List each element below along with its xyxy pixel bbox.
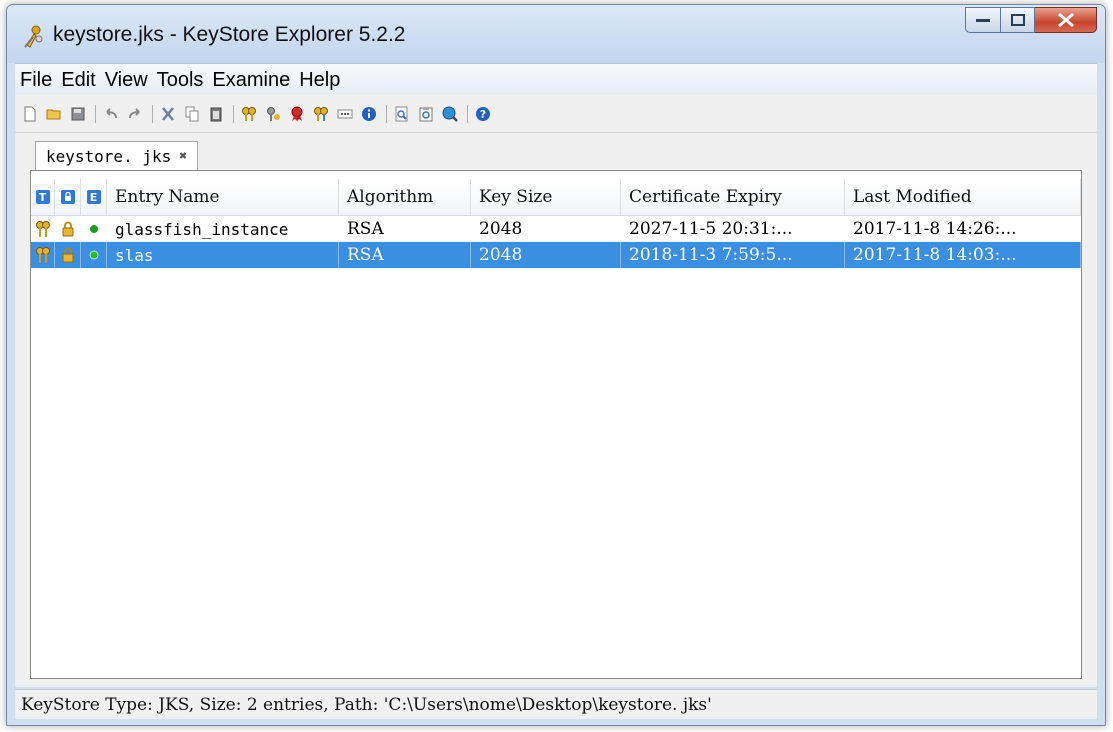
status-ok-icon bbox=[81, 216, 107, 242]
examine-ssl-button[interactable] bbox=[441, 105, 459, 123]
table-header: T E Entry Name Algorithm Key Size Certif… bbox=[31, 179, 1081, 216]
content-area: keystore. jks ✖ T E Entry Name Algorithm… bbox=[15, 133, 1097, 687]
copy-button[interactable] bbox=[183, 105, 201, 123]
column-header-certificate-expiry[interactable]: Certificate Expiry bbox=[621, 179, 845, 215]
generate-key-pair-icon bbox=[242, 106, 256, 121]
certificate-expiry: 2018-11-3 7:59:5... bbox=[621, 242, 845, 268]
toolbar-separator bbox=[152, 104, 153, 123]
lock-icon bbox=[55, 216, 81, 242]
new-button[interactable] bbox=[21, 105, 39, 123]
import-trusted-certificate-button[interactable] bbox=[288, 105, 306, 123]
examine-file-button[interactable] bbox=[393, 105, 411, 123]
examine-clipboard-button[interactable] bbox=[417, 105, 435, 123]
lock-header-icon bbox=[60, 190, 75, 204]
import-key-pair-button[interactable] bbox=[312, 105, 330, 123]
paste-icon bbox=[210, 107, 222, 121]
menu-tools[interactable]: Tools bbox=[152, 69, 208, 92]
key-size: 2048 bbox=[479, 219, 523, 239]
title-bar[interactable]: keystore.jks - KeyStore Explorer 5.2.2 bbox=[7, 5, 1105, 63]
status-text: KeyStore Type: JKS, Size: 2 entries, Pat… bbox=[21, 694, 712, 715]
minimize-icon bbox=[976, 19, 990, 22]
paste-button[interactable] bbox=[207, 105, 225, 123]
menu-examine[interactable]: Examine bbox=[207, 69, 294, 92]
toolbar-separator bbox=[95, 104, 96, 123]
help-icon: ? bbox=[476, 106, 490, 121]
examine-ssl-icon bbox=[442, 106, 458, 122]
status-bar: KeyStore Type: JKS, Size: 2 entries, Pat… bbox=[15, 689, 1097, 719]
lock-icon bbox=[55, 242, 81, 268]
toolbar-separator bbox=[386, 104, 387, 123]
column-header-lock[interactable] bbox=[55, 179, 81, 215]
save-button[interactable] bbox=[69, 105, 87, 123]
generate-key-pair-button[interactable] bbox=[240, 105, 258, 123]
keystore-explorer-app-icon bbox=[19, 23, 47, 51]
generate-secret-key-button[interactable] bbox=[264, 105, 282, 123]
menu-view[interactable]: View bbox=[100, 69, 152, 92]
cut-icon bbox=[162, 106, 174, 121]
column-header-entry-name[interactable]: Entry Name bbox=[107, 179, 339, 215]
algorithm: RSA bbox=[347, 219, 384, 239]
import-key-pair-icon bbox=[314, 106, 328, 121]
menu-bar: File Edit View Tools Examine Help bbox=[15, 63, 1097, 96]
copy-icon bbox=[185, 106, 199, 121]
key-pair-icon bbox=[31, 216, 55, 242]
close-button[interactable] bbox=[1035, 7, 1097, 33]
menu-help[interactable]: Help bbox=[294, 69, 344, 92]
certificate-expiry: 2027-11-5 20:31:... bbox=[629, 219, 793, 239]
open-icon bbox=[46, 109, 61, 119]
redo-button[interactable] bbox=[126, 105, 144, 123]
tab-label: keystore. jks bbox=[46, 147, 172, 166]
maximize-icon bbox=[1010, 14, 1025, 26]
window-controls bbox=[965, 7, 1097, 33]
help-button[interactable]: ? bbox=[474, 105, 492, 123]
redo-icon bbox=[129, 107, 140, 118]
close-icon bbox=[1057, 12, 1074, 28]
set-password-icon bbox=[337, 109, 353, 118]
examine-file-icon bbox=[395, 106, 408, 121]
toolbar-separator bbox=[233, 104, 234, 123]
tab-keystore[interactable]: keystore. jks ✖ bbox=[35, 141, 199, 171]
import-trusted-certificate-icon bbox=[291, 106, 303, 121]
entry-name: glassfish_instance bbox=[115, 219, 289, 239]
save-icon bbox=[71, 107, 85, 120]
menu-file[interactable]: File bbox=[15, 69, 56, 92]
undo-icon bbox=[106, 107, 117, 118]
cut-button[interactable] bbox=[159, 105, 177, 123]
expiry-status-header-icon: E bbox=[86, 190, 101, 204]
examine-clipboard-icon bbox=[419, 106, 433, 121]
column-header-type[interactable]: T bbox=[31, 179, 55, 215]
properties-button[interactable] bbox=[360, 105, 378, 123]
key-size: 2048 bbox=[471, 242, 621, 268]
maximize-button[interactable] bbox=[1001, 7, 1035, 33]
generate-secret-key-icon bbox=[267, 106, 280, 121]
undo-button[interactable] bbox=[102, 105, 120, 123]
last-modified: 2017-11-8 14:26:... bbox=[853, 219, 1017, 239]
set-password-button[interactable] bbox=[336, 105, 354, 123]
open-button[interactable] bbox=[45, 105, 63, 123]
table-body: glassfish_instance RSA 2048 2027-11-5 20… bbox=[31, 216, 1081, 268]
entry-type-header-icon: T bbox=[35, 190, 50, 204]
last-modified: 2017-11-8 14:03:... bbox=[845, 242, 1081, 268]
app-window: keystore.jks - KeyStore Explorer 5.2.2 F… bbox=[6, 4, 1106, 726]
toolbar: ? bbox=[15, 95, 1097, 133]
tab-close-icon[interactable]: ✖ bbox=[179, 149, 187, 164]
toolbar-separator bbox=[467, 104, 468, 123]
column-header-expiry-status[interactable]: E bbox=[81, 179, 107, 215]
column-header-algorithm[interactable]: Algorithm bbox=[339, 179, 471, 215]
new-icon bbox=[24, 106, 36, 121]
column-header-last-modified[interactable]: Last Modified bbox=[845, 179, 1081, 215]
window-title: keystore.jks - KeyStore Explorer 5.2.2 bbox=[53, 23, 406, 46]
table-row[interactable]: slas RSA 2048 2018-11-3 7:59:5... 2017-1… bbox=[31, 242, 1081, 268]
menu-edit[interactable]: Edit bbox=[56, 69, 99, 92]
entry-name: slas bbox=[107, 242, 339, 268]
column-header-key-size[interactable]: Key Size bbox=[471, 179, 621, 215]
status-ok-icon bbox=[81, 242, 107, 268]
entries-table: T E Entry Name Algorithm Key Size Certif… bbox=[30, 170, 1082, 679]
algorithm: RSA bbox=[339, 242, 471, 268]
table-row[interactable]: glassfish_instance RSA 2048 2027-11-5 20… bbox=[31, 216, 1081, 242]
minimize-button[interactable] bbox=[965, 7, 1001, 33]
key-pair-icon bbox=[31, 242, 55, 268]
properties-icon bbox=[362, 106, 376, 121]
svg-text:?: ? bbox=[480, 108, 486, 121]
